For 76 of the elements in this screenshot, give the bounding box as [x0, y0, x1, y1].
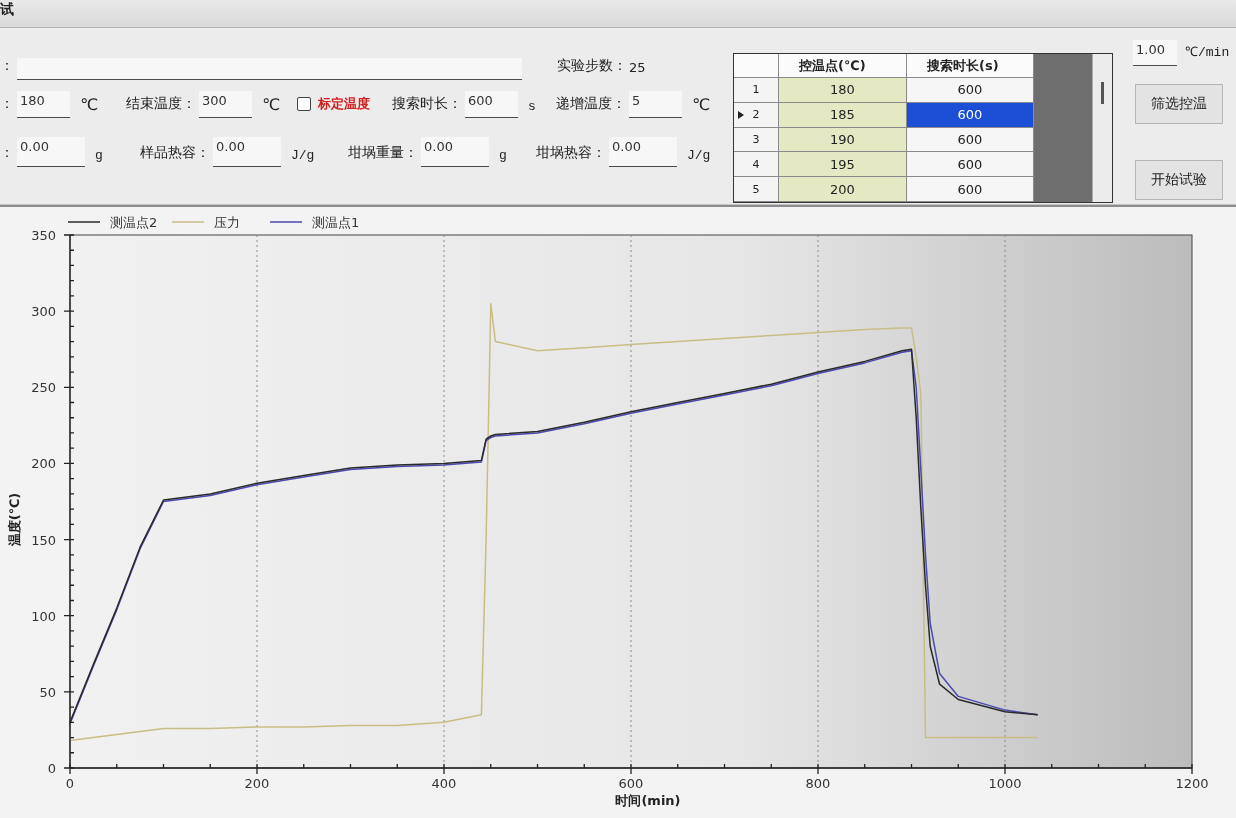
column-header[interactable]: 控温点(℃)	[779, 54, 907, 78]
unit-label: J/g	[291, 148, 315, 163]
input-field[interactable]	[17, 58, 522, 80]
input-field[interactable]: 600	[465, 91, 518, 118]
x-tick-label: 600	[618, 776, 644, 791]
field-label: 坩埚热容：	[536, 144, 606, 162]
x-tick-label: 1000	[988, 776, 1022, 791]
table-cell[interactable]: 600	[907, 152, 1034, 178]
y-axis-title: 温度(℃)	[7, 492, 22, 547]
y-tick-label: 350	[31, 228, 56, 243]
row-pointer-icon	[738, 110, 744, 119]
table-cell[interactable]: 600	[907, 102, 1034, 128]
table-cell[interactable]: 185	[779, 102, 907, 128]
x-tick-label: 1200	[1175, 776, 1209, 791]
field-label: ：	[0, 95, 14, 113]
field-label: 结束温度：	[126, 95, 196, 113]
corner-header[interactable]	[734, 54, 779, 78]
row-number: 2	[752, 108, 760, 122]
field-label: 样品热容：	[140, 144, 210, 162]
action-button[interactable]: 筛选控温	[1135, 84, 1223, 124]
y-tick-label: 250	[31, 380, 56, 396]
y-tick-label: 50	[39, 684, 56, 700]
field-label: 递增温度：	[556, 95, 626, 113]
input-field[interactable]: 5	[629, 91, 682, 118]
input-field[interactable]: 0.00	[213, 137, 281, 167]
field-label: 实验步数：	[557, 57, 627, 75]
window-title: 试	[0, 1, 14, 19]
field-label: 搜索时长：	[392, 95, 462, 113]
unit-label: ℃	[80, 95, 98, 114]
row-number: 1	[752, 83, 760, 97]
x-tick-label: 200	[244, 776, 270, 791]
legend-label: 测温点1	[312, 215, 360, 230]
checkbox[interactable]	[297, 97, 311, 111]
row-number: 5	[752, 182, 760, 196]
table-cell[interactable]: 195	[779, 152, 907, 178]
field-label: 坩埚重量：	[348, 144, 418, 162]
input-field[interactable]: 300	[199, 91, 252, 118]
unit-label: ℃	[262, 95, 280, 114]
input-field[interactable]: 0.00	[609, 137, 677, 167]
x-tick-label: 400	[431, 776, 457, 791]
field-label: ：	[0, 144, 14, 162]
input-field[interactable]: 0.00	[421, 137, 489, 167]
y-tick-label: 200	[31, 456, 56, 472]
table-cell[interactable]: 200	[779, 177, 907, 202]
unit-label: ℃/min	[1185, 44, 1230, 60]
table-cell[interactable]: 600	[907, 78, 1034, 103]
row-number: 3	[752, 133, 760, 146]
unit-label: J/g	[687, 148, 711, 163]
field-label: ：	[0, 57, 14, 75]
legend-label: 测温点2	[110, 215, 158, 230]
unit-label: ℃	[692, 95, 710, 114]
input-field[interactable]: 180	[17, 91, 70, 118]
unit-label: g	[499, 148, 507, 163]
action-button[interactable]: 开始试验	[1135, 160, 1223, 200]
step-count-value: 25	[629, 60, 646, 75]
y-tick-label: 300	[31, 304, 56, 320]
input-field[interactable]: 0.00	[17, 137, 85, 167]
y-tick-label: 150	[31, 532, 56, 548]
table-cell[interactable]: 180	[779, 78, 907, 103]
x-tick-label: 0	[65, 776, 75, 791]
x-axis-title: 时间(min)	[615, 793, 681, 808]
x-tick-label: 800	[805, 776, 831, 791]
input-field[interactable]: 1.00	[1133, 40, 1177, 66]
table-cell[interactable]: 190	[779, 127, 907, 153]
row-number: 4	[752, 157, 760, 171]
table-cell[interactable]: 600	[907, 177, 1034, 202]
unit-label: g	[95, 148, 103, 163]
scrollbar[interactable]	[1091, 54, 1112, 202]
legend-label: 压力	[214, 215, 240, 230]
y-tick-label: 0	[47, 761, 56, 776]
table-cell[interactable]: 600	[907, 127, 1034, 153]
scrollbar-thumb[interactable]	[1100, 82, 1104, 104]
column-header[interactable]: 搜索时长(s)	[907, 54, 1034, 78]
unit-label: s	[528, 99, 536, 114]
y-tick-label: 100	[31, 608, 56, 624]
checkbox-label[interactable]: 标定温度	[318, 95, 370, 113]
